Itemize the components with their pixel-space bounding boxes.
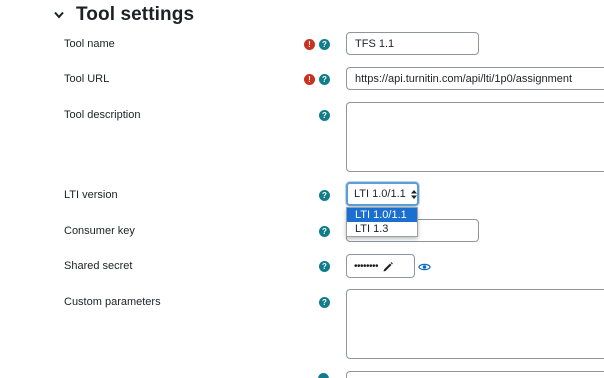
section-header[interactable]: Tool settings: [54, 3, 194, 27]
tool-name-input[interactable]: TFS 1.1: [346, 32, 479, 55]
edit-pencil-icon[interactable]: [382, 260, 394, 272]
next-field-input[interactable]: [346, 371, 604, 378]
help-icon[interactable]: ?: [319, 110, 330, 121]
shared-secret-input[interactable]: ••••••••: [346, 254, 415, 278]
custom-parameters-textarea[interactable]: [346, 289, 604, 359]
help-icon[interactable]: ?: [319, 190, 330, 201]
help-icon[interactable]: [318, 373, 329, 378]
tool-url-label: Tool URL: [64, 73, 110, 85]
select-arrows-icon: [410, 189, 417, 199]
section-title: Tool settings: [76, 4, 195, 25]
tool-url-input[interactable]: https://api.turnitin.com/api/lti/1p0/ass…: [346, 67, 604, 90]
dropdown-option[interactable]: LTI 1.0/1.1: [347, 208, 417, 222]
lti-version-dropdown: LTI 1.0/1.1 LTI 1.3: [346, 207, 418, 237]
shared-secret-value: ••••••••: [354, 260, 379, 272]
dropdown-option[interactable]: LTI 1.3: [347, 222, 417, 236]
tool-description-textarea[interactable]: [346, 102, 604, 172]
help-icon[interactable]: ?: [319, 74, 330, 85]
chevron-down-icon[interactable]: [54, 10, 64, 20]
tool-name-label: Tool name: [64, 38, 115, 50]
required-icon: !: [304, 74, 315, 85]
required-icon: !: [304, 39, 315, 50]
help-icon[interactable]: ?: [319, 297, 330, 308]
shared-secret-label: Shared secret: [64, 260, 133, 272]
consumer-key-label: Consumer key: [64, 225, 135, 237]
help-icon[interactable]: ?: [319, 39, 330, 50]
lti-version-selected-value: LTI 1.0/1.1: [354, 188, 406, 200]
custom-parameters-label: Custom parameters: [64, 296, 161, 308]
help-icon[interactable]: ?: [319, 261, 330, 272]
tool-description-label: Tool description: [64, 109, 141, 121]
tool-settings-page: Tool settings Tool name ! ? TFS 1.1 Tool…: [0, 0, 604, 378]
lti-version-select[interactable]: LTI 1.0/1.1: [346, 182, 419, 206]
lti-version-label: LTI version: [64, 189, 118, 201]
help-icon[interactable]: ?: [319, 226, 330, 237]
eye-icon[interactable]: [418, 259, 431, 271]
